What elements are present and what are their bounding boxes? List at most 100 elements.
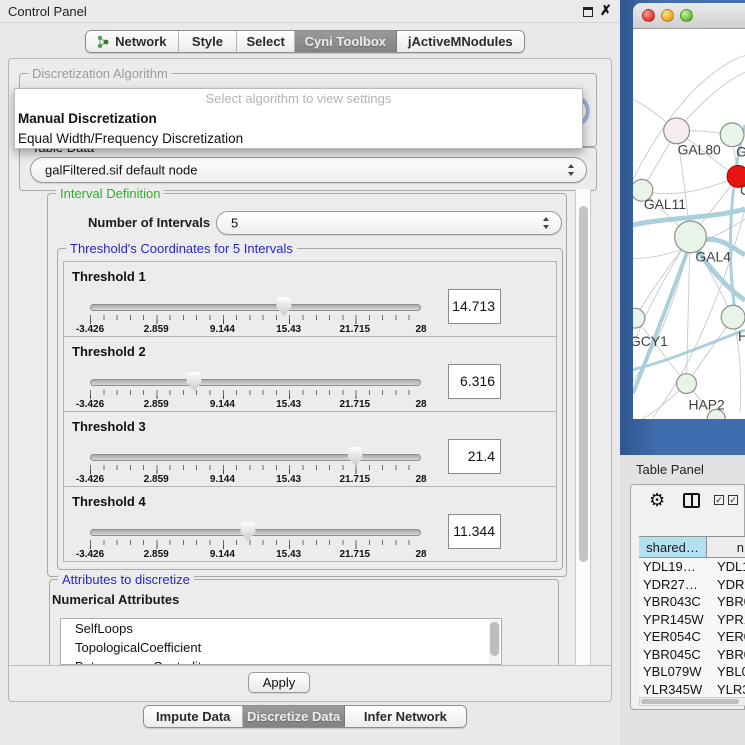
node-h[interactable]: [721, 305, 745, 329]
table-body: YDL19… YDL1 YDR27… YDR2 YBR043C YBR0: [639, 558, 745, 704]
network-canvas[interactable]: GAL80 GA C GAL11 GAL4 GCY1 H HAP2: [633, 29, 745, 419]
scrollbar-thumb[interactable]: [579, 206, 588, 562]
threshold-panel: Threshold 4 -3.426 2.859: [63, 486, 557, 562]
threshold-value-field[interactable]: 6.316: [448, 364, 501, 399]
slider-thumb[interactable]: [187, 372, 202, 391]
tab-discretize-data[interactable]: Discretize Data: [243, 706, 344, 727]
column-header-name[interactable]: n: [707, 537, 745, 557]
number-of-intervals-combo[interactable]: 5: [216, 211, 562, 235]
table-row[interactable]: YER054C YER0: [639, 628, 745, 646]
attribute-list-item[interactable]: BetweennessCentrality: [61, 657, 501, 665]
slider-scale: -3.426 2.859 9.144 15.43 21.715 28: [90, 474, 421, 486]
network-window: GAL80 GA C GAL11 GAL4 GCY1 H HAP2: [633, 3, 745, 419]
threshold-value-field[interactable]: 11.344: [448, 514, 501, 549]
thresholds-group: Threshold's Coordinates for 5 Intervals …: [57, 248, 563, 570]
slider-track[interactable]: [90, 529, 421, 536]
table-row[interactable]: YBR045C YBR0: [639, 646, 745, 664]
column-header-shared-name[interactable]: shared…: [639, 537, 707, 557]
interval-definition-title: Interval Definition: [56, 186, 164, 201]
attribute-list-item[interactable]: SelfLoops: [61, 619, 501, 638]
node-gcy1[interactable]: [633, 308, 645, 328]
threshold-panel: Threshold 3 -3.426 2.859: [63, 411, 557, 487]
dropdown-item-manual-discretization[interactable]: Manual Discretization: [15, 109, 582, 129]
control-panel: Control Panel ✗ Network Style: [0, 0, 620, 745]
node-label: H: [738, 328, 745, 344]
attributes-scrollbar[interactable]: [489, 620, 500, 665]
slider-minor-ticks: [90, 465, 422, 470]
node-hap2[interactable]: [677, 374, 697, 394]
table-row[interactable]: YDL19… YDL1: [639, 558, 745, 576]
checkbox-icon[interactable]: ✓: [714, 495, 724, 505]
table-panel: ⚙ ✓ ✓ shared… n YDL19… YDL1: [630, 484, 745, 710]
tab-infer-network[interactable]: Infer Network: [345, 706, 466, 727]
threshold-label: Threshold 3: [72, 419, 146, 434]
tab-jactivemnodules[interactable]: jActiveMNodules: [397, 31, 524, 52]
float-window-icon[interactable]: [583, 7, 593, 17]
slider-thumb[interactable]: [276, 297, 291, 316]
slider-scale: -3.426 2.859 9.144 15.43 21.715 28: [90, 549, 421, 561]
dropdown-prompt: Select algorithm to view settings: [15, 89, 582, 109]
threshold-panel: Threshold 1 -3.426 2.859: [63, 261, 557, 337]
table-row[interactable]: YLR345W YLR3: [639, 681, 745, 699]
tab-style[interactable]: Style: [179, 31, 238, 52]
slider-minor-ticks: [90, 540, 422, 545]
split-view-icon[interactable]: [683, 493, 700, 508]
panel-title: Control Panel: [8, 4, 87, 19]
node-table: shared… n YDL19… YDL1 YDR27… YDR2: [639, 536, 745, 704]
threshold-panel: Threshold 2 -3.426 2.859: [63, 336, 557, 412]
checkbox-icon[interactable]: ✓: [728, 495, 738, 505]
traffic-light-close-button[interactable]: [642, 9, 655, 22]
threshold-label: Threshold 2: [72, 344, 146, 359]
table-horizontal-scrollbar[interactable]: [639, 697, 745, 706]
dropdown-item-equal-width[interactable]: Equal Width/Frequency Discretization: [15, 129, 582, 149]
slider-track[interactable]: [90, 379, 421, 386]
network-window-titlebar[interactable]: [633, 3, 745, 29]
bottom-tab-bar: Impute Data Discretize Data Infer Networ…: [143, 705, 467, 728]
table-row[interactable]: YBR043C YBR0: [639, 593, 745, 611]
table-row[interactable]: YDR27… YDR2: [639, 576, 745, 594]
tab-cyni-toolbox[interactable]: Cyni Toolbox: [295, 31, 397, 52]
cyni-settings-panel: Discretization Algorithm Select algorith…: [8, 58, 612, 702]
node-label: GAL80: [678, 142, 721, 158]
tab-network[interactable]: Network: [86, 31, 179, 52]
tab-select[interactable]: Select: [237, 31, 295, 52]
threshold-slider[interactable]: -3.426 2.859 9.144 15.43 21.715 28: [86, 296, 422, 336]
node-label: C: [740, 182, 745, 198]
slider-thumb[interactable]: [240, 522, 255, 541]
network-view-region: GAL80 GA C GAL11 GAL4 GCY1 H HAP2: [620, 0, 745, 455]
table-header-row: shared… n: [639, 536, 745, 558]
slider-minor-ticks: [90, 315, 422, 320]
tab-impute-data[interactable]: Impute Data: [144, 706, 243, 727]
close-icon[interactable]: ✗: [600, 2, 612, 19]
threshold-value-field[interactable]: 14.713: [448, 289, 501, 324]
settings-vertical-scrollbar[interactable]: [575, 189, 591, 665]
apply-button[interactable]: Apply: [248, 672, 310, 693]
threshold-value-field[interactable]: 21.4: [448, 439, 501, 474]
combo-arrows-icon: [543, 217, 550, 229]
traffic-light-zoom-button[interactable]: [680, 9, 693, 22]
threshold-list: Threshold 1 -3.426 2.859: [63, 262, 557, 562]
thresholds-title: Threshold's Coordinates for 5 Intervals: [66, 241, 297, 256]
numerical-attributes-label: Numerical Attributes: [52, 592, 179, 607]
traffic-light-minimize-button[interactable]: [661, 9, 674, 22]
threshold-slider[interactable]: -3.426 2.859 9.144 15.43 21.715 28: [86, 446, 422, 486]
settings-scroll-area: Discretization Algorithm Select algorith…: [9, 59, 613, 665]
table-panel-region: Table Panel ⚙ ✓ ✓ shared… n YDL19… YDL1: [620, 455, 745, 745]
attribute-list-item[interactable]: TopologicalCoefficient: [61, 638, 501, 657]
scrollbar-thumb[interactable]: [641, 699, 739, 704]
slider-track[interactable]: [90, 454, 421, 461]
threshold-slider[interactable]: -3.426 2.859 9.144 15.43 21.715 28: [86, 521, 422, 561]
gear-icon[interactable]: ⚙: [649, 490, 665, 510]
number-of-intervals-label: Number of Intervals: [88, 215, 210, 230]
algorithm-dropdown-popup: Select algorithm to view settings Manual…: [14, 88, 583, 149]
node-gal80[interactable]: [664, 118, 690, 144]
apply-row: Apply: [9, 665, 611, 702]
threshold-label: Threshold 1: [72, 269, 146, 284]
threshold-slider[interactable]: -3.426 2.859 9.144 15.43 21.715 28: [86, 371, 422, 411]
slider-thumb[interactable]: [348, 447, 363, 466]
table-row[interactable]: YBL079W YBL0: [639, 663, 745, 681]
table-row[interactable]: YPR145W YPR1: [639, 611, 745, 629]
slider-scale: -3.426 2.859 9.144 15.43 21.715 28: [90, 324, 421, 336]
table-data-combo[interactable]: galFiltered.sif default node: [30, 157, 587, 183]
slider-track[interactable]: [90, 304, 421, 311]
